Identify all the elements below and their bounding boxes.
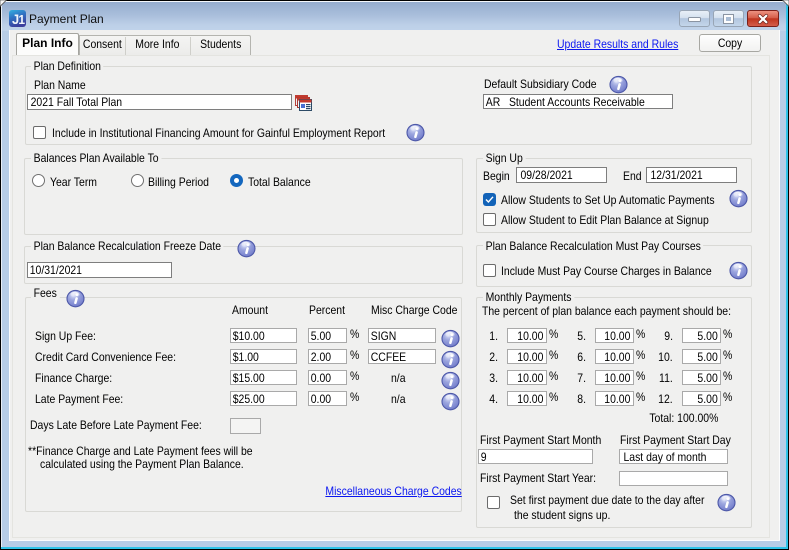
- svg-text:1: 1: [18, 13, 25, 27]
